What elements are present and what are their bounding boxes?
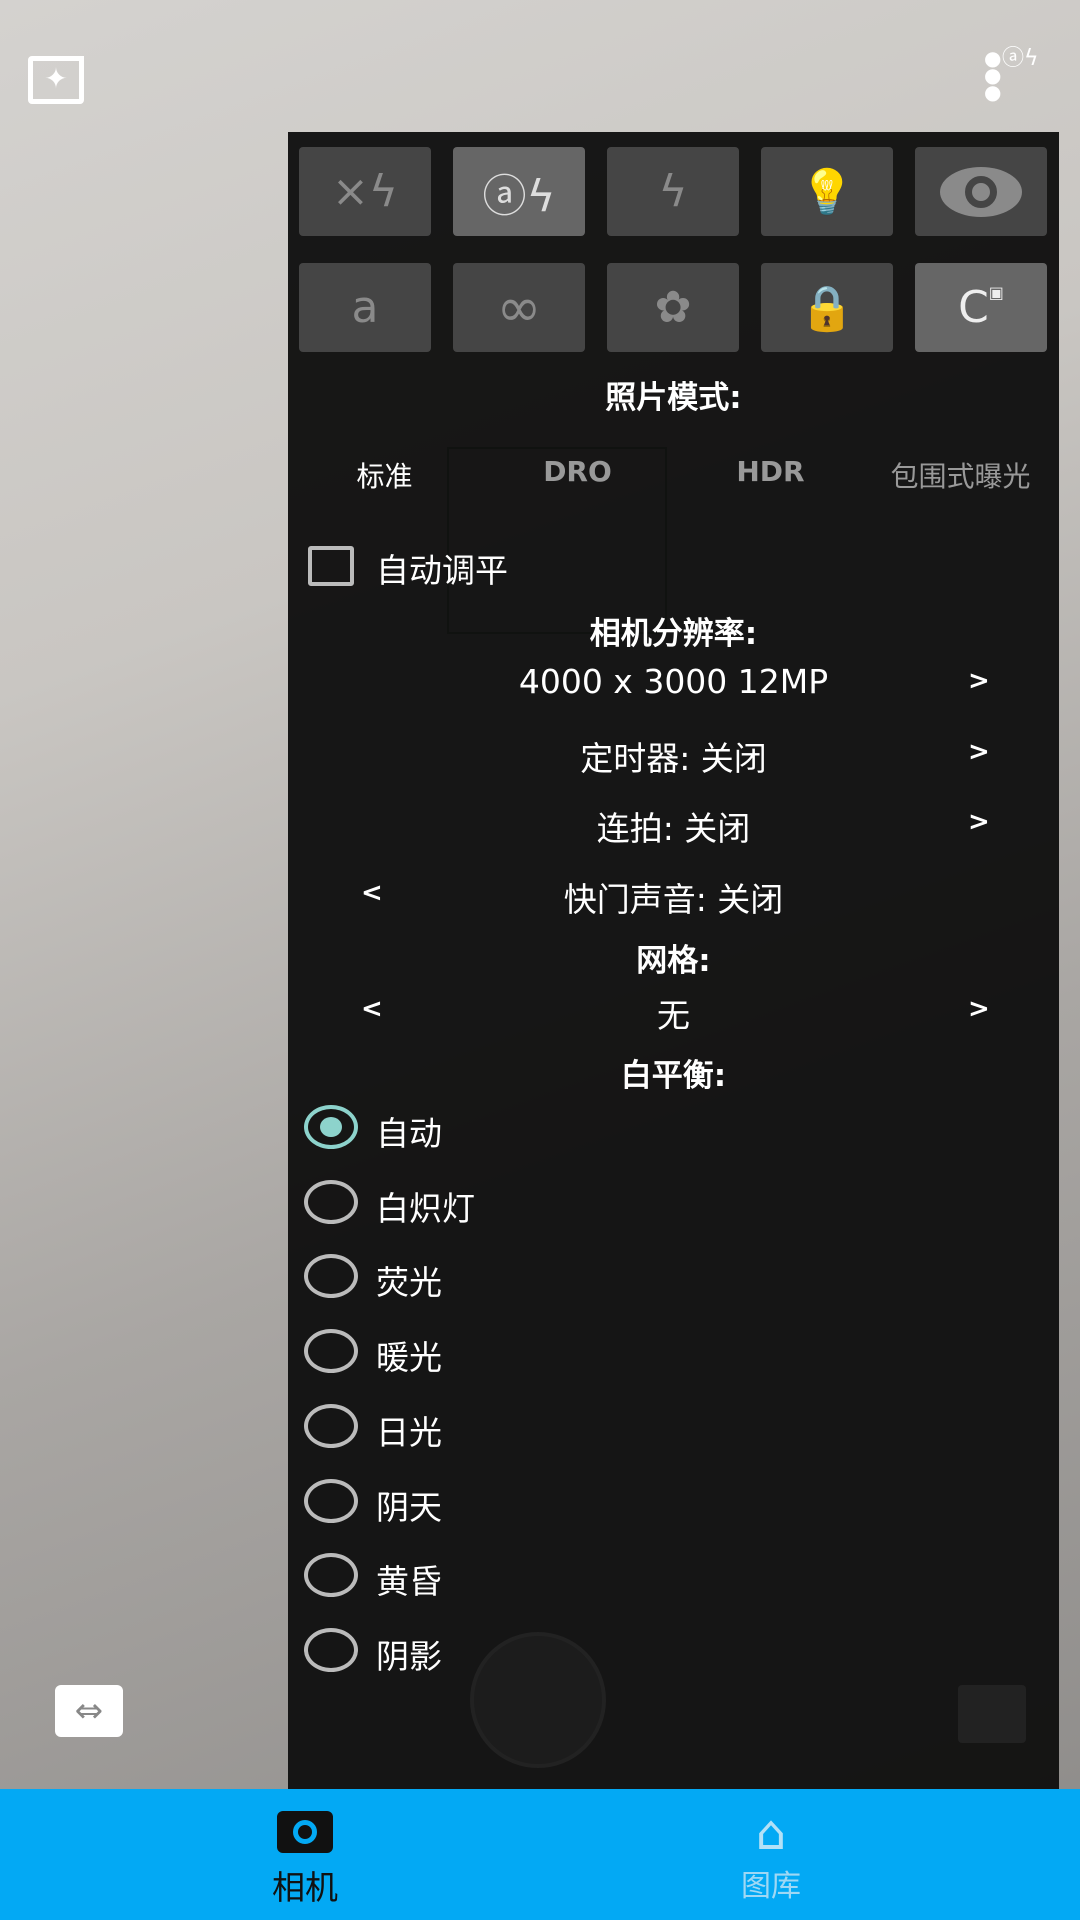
switch-camera-button[interactable]: ⇔ [55, 1685, 123, 1737]
flash-auto-icon: ⓐϟ [482, 170, 556, 222]
flash-on-button[interactable]: ϟ [607, 147, 739, 236]
focus-macro-icon: ✿ [654, 282, 692, 333]
torch-bulb-icon: 💡 [799, 166, 855, 218]
resolution-value: 4000 x 3000 12MP [518, 662, 829, 701]
camera-icon [277, 1811, 333, 1853]
mode-bracketing[interactable]: 包围式曝光 [864, 455, 1057, 495]
wb-radio-4[interactable] [304, 1403, 358, 1448]
burst-value: 连拍: 关闭 [596, 809, 751, 848]
nav-gallery[interactable]: ⌂ 图库 [696, 1789, 846, 1920]
focus-auto-button[interactable]: a [299, 263, 431, 352]
timer-next-arrow[interactable]: > [968, 737, 990, 767]
auto-level-checkbox[interactable] [308, 546, 354, 586]
wb-radio-1[interactable] [304, 1179, 358, 1224]
focus-macro-button[interactable]: ✿ [607, 263, 739, 352]
mode-dro[interactable]: DRO [481, 455, 674, 488]
more-options-button[interactable]: ● ● ● ⓐϟ [982, 46, 1039, 104]
flash-auto-icon: ⓐϟ [1002, 46, 1039, 71]
sparkle-icon: ✦ [44, 62, 68, 95]
shutter-icon [470, 1632, 606, 1768]
flash-on-icon: ϟ [658, 166, 688, 217]
nav-camera-label: 相机 [272, 1868, 338, 1907]
focus-continuous-icon: C [958, 282, 989, 333]
wb-option-label: 日光 [376, 1412, 442, 1452]
wb-option-label: 阴天 [376, 1487, 442, 1527]
red-eye-icon [940, 166, 1022, 217]
wb-option-label: 白炽灯 [376, 1188, 475, 1228]
settings-popup: ×ϟ ⓐϟ ϟ 💡 a ∞ ✿ 🔒 C ▣ 照片模式: 标准 DRO HDR 包围… [288, 132, 1059, 1789]
resolution-title: 相机分辨率: [589, 616, 758, 652]
nav-gallery-label: 图库 [741, 1869, 801, 1904]
flash-auto-button[interactable]: ⓐϟ [453, 147, 585, 236]
home-icon: ⌂ [755, 1805, 787, 1861]
wb-option-label: 自动 [376, 1114, 442, 1153]
exposure-icon [958, 1685, 1026, 1743]
bottom-navigation: 相机 ⌂ 图库 [0, 1789, 1080, 1920]
wb-radio-5[interactable] [304, 1478, 358, 1523]
flash-off-button[interactable]: ×ϟ [299, 147, 431, 236]
grid-title: 网格: [636, 943, 711, 979]
focus-locked-button[interactable]: 🔒 [761, 263, 893, 352]
resolution-next-arrow[interactable]: > [968, 666, 990, 696]
grid-value: 无 [657, 996, 690, 1035]
wb-radio-6[interactable] [304, 1553, 358, 1598]
focus-auto-icon: a [351, 282, 379, 333]
focus-infinity-icon: ∞ [496, 276, 542, 339]
mode-standard[interactable]: 标准 [288, 455, 481, 495]
grid-next-arrow[interactable]: > [968, 994, 990, 1024]
wb-option-label: 黄昏 [376, 1562, 442, 1602]
red-eye-button[interactable] [915, 147, 1047, 236]
burst-next-arrow[interactable]: > [968, 807, 990, 837]
timer-value: 定时器: 关闭 [580, 739, 767, 778]
focus-locked-icon: 🔒 [799, 282, 855, 334]
gallery-effects-button[interactable]: ✦ [28, 56, 84, 104]
wb-option-label: 阴影 [376, 1636, 442, 1676]
flash-off-icon: ×ϟ [332, 166, 398, 217]
focus-continuous-button[interactable]: C ▣ [915, 263, 1047, 352]
auto-level-label: 自动调平 [376, 551, 508, 590]
shutter-sound-value: 快门声音: 关闭 [563, 880, 784, 919]
switch-camera-icon: ⇔ [74, 1691, 104, 1731]
more-vert-icon: ● ● ● [984, 46, 1002, 104]
wb-radio-7[interactable] [304, 1627, 358, 1672]
wb-radio-2[interactable] [304, 1254, 358, 1299]
photo-mode-title: 照片模式: [605, 380, 742, 416]
wb-option-label: 荧光 [376, 1263, 442, 1303]
focus-infinity-button[interactable]: ∞ [453, 263, 585, 352]
wb-radio-0[interactable] [304, 1105, 358, 1149]
white-balance-title: 白平衡: [620, 1058, 727, 1094]
nav-camera[interactable]: 相机 [230, 1789, 380, 1920]
mode-hdr[interactable]: HDR [674, 455, 867, 488]
torch-button[interactable]: 💡 [761, 147, 893, 236]
wb-radio-3[interactable] [304, 1329, 358, 1374]
wb-option-label: 暖光 [376, 1338, 442, 1378]
